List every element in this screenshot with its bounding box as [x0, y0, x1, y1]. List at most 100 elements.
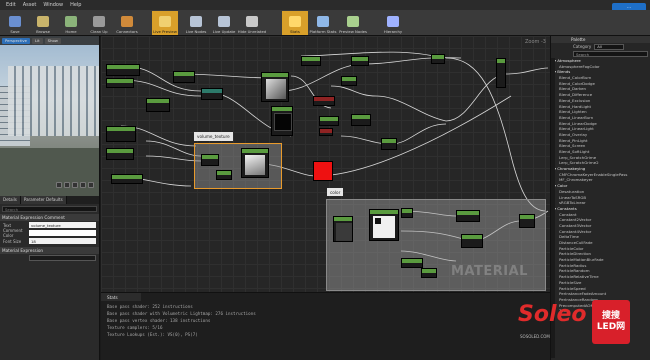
property-value-field[interactable]: volume_texture	[29, 222, 96, 228]
material-graph[interactable]: Zoom -3 volume_texture color MATERIAL	[101, 36, 550, 292]
stats-line: Texture Lookups (Est.): VS(0), PS(7)	[107, 332, 198, 337]
category-label: Category	[573, 44, 592, 49]
browse-button[interactable]: Browse	[30, 11, 56, 35]
graph-node[interactable]	[431, 54, 445, 64]
cylinder-icon[interactable]	[56, 182, 62, 188]
graph-node[interactable]	[319, 116, 339, 126]
preview-viewport[interactable]: Perspective Lit Show	[0, 36, 100, 196]
menu-item-edit[interactable]: Edit	[6, 2, 16, 8]
details-panel: Details Parameter Defaults Search Materi…	[0, 196, 100, 360]
graph-node[interactable]	[461, 234, 483, 248]
platform-stats-button[interactable]: Platform Stats	[310, 11, 336, 35]
category-select[interactable]: All	[594, 43, 625, 50]
texture-sample-node[interactable]	[271, 106, 293, 136]
toolbar-label: Home	[65, 29, 77, 34]
lit-button[interactable]: Lit	[32, 37, 43, 44]
texture-sample-node[interactable]	[241, 148, 269, 178]
property-value-field[interactable]: 18	[29, 238, 96, 244]
comment-title[interactable]: volume_texture	[194, 132, 233, 141]
graph-node[interactable]	[401, 258, 423, 268]
graph-node[interactable]	[201, 88, 223, 100]
graph-node[interactable]	[216, 170, 232, 180]
stats-icon	[289, 16, 301, 27]
brand-url: SOSOLED.COM	[520, 334, 550, 339]
hide-unrelated-button[interactable]: Hide Unrelated	[237, 11, 267, 35]
palette-search-input[interactable]: Search	[573, 51, 648, 57]
graph-node[interactable]	[456, 210, 480, 222]
property-value-field[interactable]	[29, 230, 96, 236]
graph-node[interactable]	[173, 71, 195, 83]
live-preview-button[interactable]: Live Preview	[152, 11, 178, 35]
home-button[interactable]: Home	[58, 11, 84, 35]
graph-node[interactable]	[351, 56, 369, 66]
sphere-icon[interactable]	[64, 182, 70, 188]
property-row: Comment Color	[0, 228, 99, 238]
save-button[interactable]: Save	[2, 11, 28, 35]
section-expression-comment[interactable]: Material Expression Comment	[0, 214, 99, 221]
graph-node[interactable]	[421, 268, 437, 278]
stats-line: Base pass shader with Volumetric Lightma…	[107, 311, 256, 316]
teapot-icon[interactable]	[88, 182, 94, 188]
graph-node[interactable]	[106, 78, 134, 88]
tab-palette[interactable]: Palette	[551, 36, 650, 43]
toolbar-label: Connectors	[116, 29, 138, 34]
graph-node[interactable]	[341, 76, 357, 86]
expression-field[interactable]	[29, 255, 96, 261]
menu-item-window[interactable]: Window	[43, 2, 63, 8]
menu-item-help[interactable]: Help	[70, 2, 81, 8]
color-constant-node[interactable]	[313, 161, 333, 181]
tab-details[interactable]: Details	[0, 196, 21, 204]
menu-item-asset[interactable]: Asset	[23, 2, 37, 8]
details-search-input[interactable]: Search	[2, 206, 97, 212]
graph-node[interactable]	[319, 128, 333, 136]
plane-icon[interactable]	[72, 182, 78, 188]
graph-node[interactable]	[301, 56, 321, 66]
graph-node[interactable]	[381, 138, 397, 150]
hierarchy-button[interactable]: Hierarchy	[380, 11, 406, 35]
ground-image	[0, 148, 99, 196]
zoom-level: Zoom -3	[525, 39, 546, 45]
graph-node[interactable]	[201, 154, 219, 166]
graph-node[interactable]	[313, 96, 335, 106]
cube-icon[interactable]	[80, 182, 86, 188]
show-button[interactable]: Show	[44, 37, 61, 44]
brand-cn-2: LED网	[596, 322, 626, 332]
texture-sample-node[interactable]	[369, 209, 399, 241]
tab-stats[interactable]: Stats	[101, 293, 141, 301]
cleanup-button[interactable]: Clean Up	[86, 11, 112, 35]
graph-node[interactable]	[401, 208, 413, 218]
toolbar-label: Hide Unrelated	[237, 29, 267, 34]
graph-node[interactable]	[519, 214, 535, 228]
graph-node[interactable]	[106, 64, 140, 76]
connectors-button[interactable]: Connectors	[114, 11, 140, 35]
brand-logo: Soleo 搜搜 LED网 SOSOLED.COM	[510, 296, 630, 352]
toolbar-label: Hierarchy	[383, 29, 403, 34]
preview-nodes-button[interactable]: Preview Nodes	[339, 11, 367, 35]
graph-node[interactable]	[106, 126, 136, 142]
stats-line: Base pass vertex shader: 138 instruction…	[107, 318, 211, 323]
stats-line: Base pass shader: 252 instructions	[107, 304, 193, 309]
brand-badge: 搜搜 LED网	[592, 300, 630, 344]
graph-node[interactable]	[351, 114, 371, 126]
save-icon	[9, 16, 21, 27]
section-material-expression[interactable]: Material Expression	[0, 247, 99, 254]
property-row: Font Size 18	[0, 237, 99, 245]
toolbar: Save Browse Home Clean Up Connectors Live Pre…	[0, 10, 650, 36]
graph-node[interactable]	[496, 58, 506, 88]
toolbar-label: Stats	[290, 29, 300, 34]
cleanup-icon	[93, 16, 105, 27]
stats-button[interactable]: Stats	[282, 11, 308, 35]
perspective-button[interactable]: Perspective	[2, 37, 30, 44]
texture-sample-node[interactable]	[261, 72, 289, 102]
live-nodes-button[interactable]: Live Nodes	[183, 11, 209, 35]
platform-stats-icon	[317, 16, 329, 27]
tab-parameter-defaults[interactable]: Parameter Defaults	[20, 196, 67, 204]
comment-title[interactable]: color	[327, 188, 344, 196]
graph-node[interactable]	[111, 174, 143, 184]
live-update-button[interactable]: Live Update	[211, 11, 237, 35]
toolbar-label: Clean Up	[90, 29, 108, 34]
graph-node[interactable]	[146, 98, 170, 112]
graph-node[interactable]	[106, 148, 134, 160]
texture-sample-node[interactable]	[333, 216, 353, 242]
viewport-shape-icons	[56, 182, 94, 188]
